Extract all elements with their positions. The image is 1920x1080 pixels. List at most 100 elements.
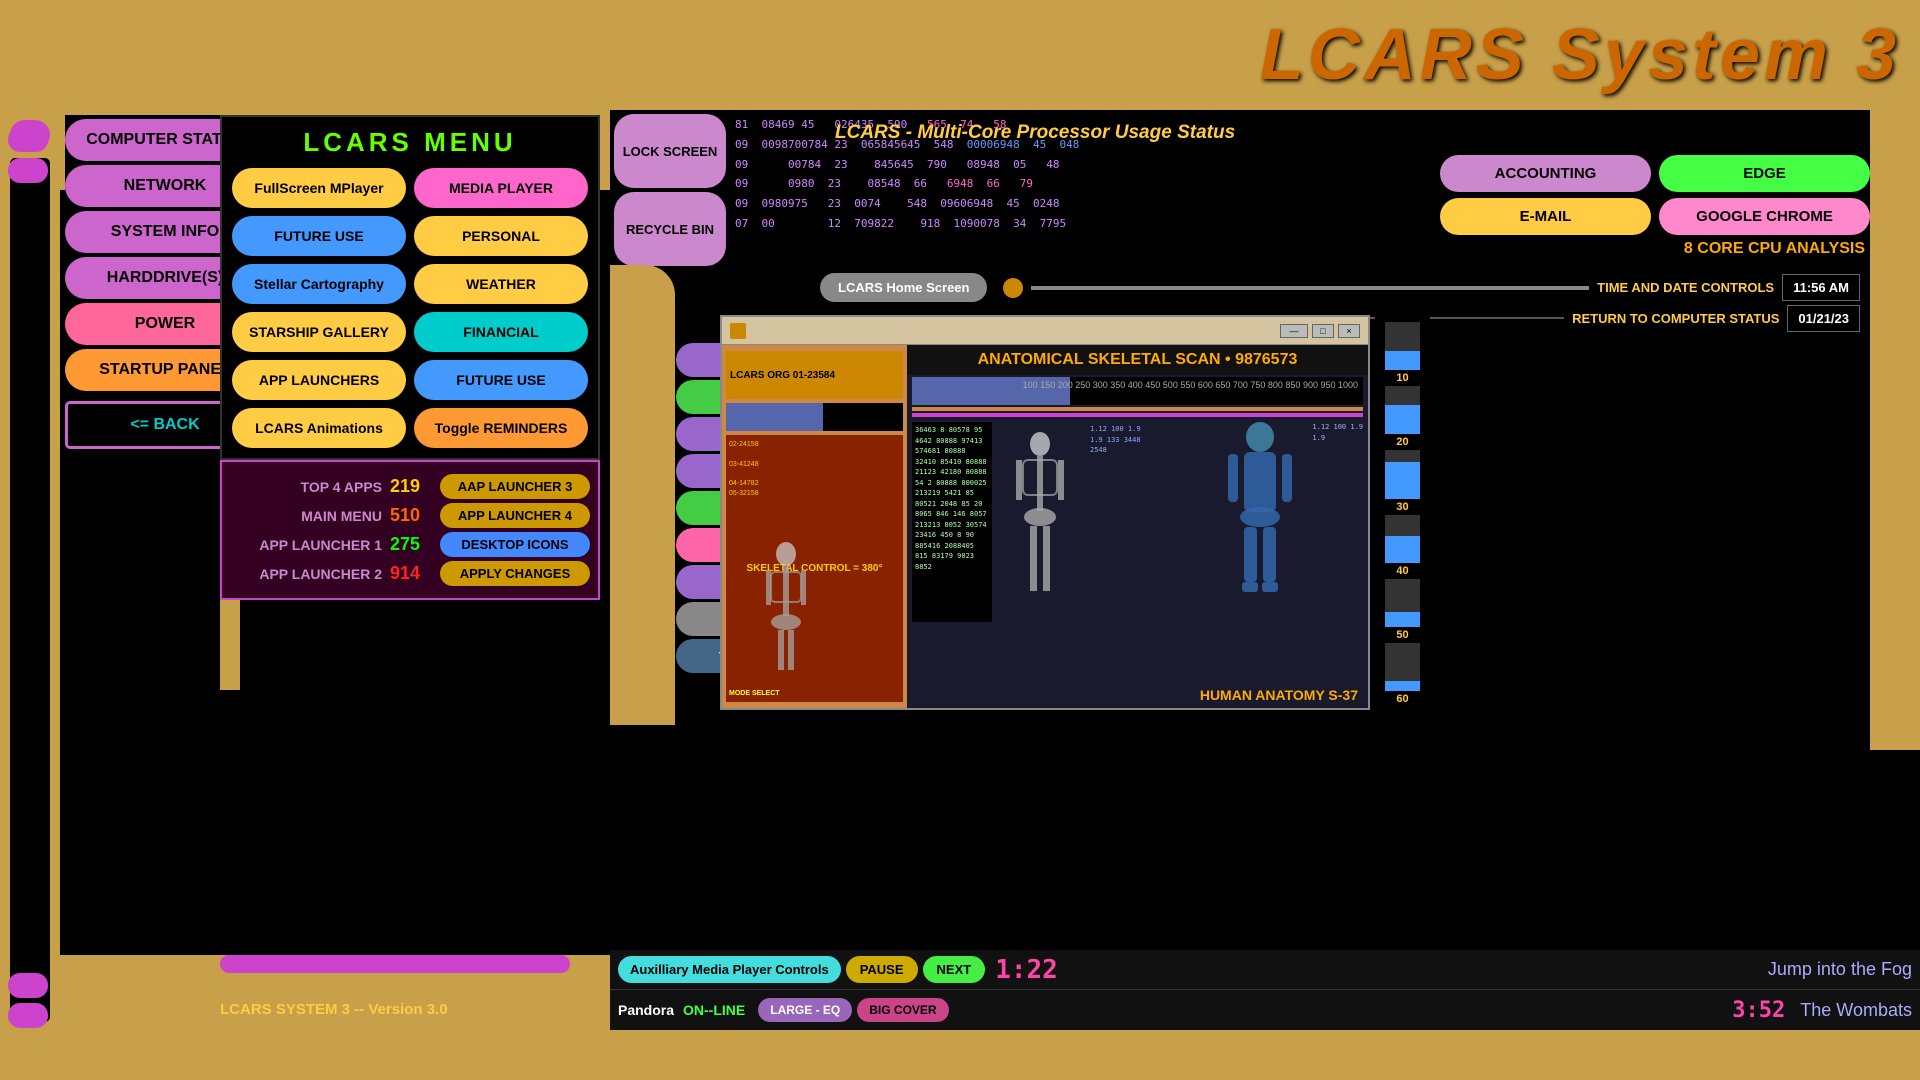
human-figure-area: 1.12 100 1.9 1.9: [1156, 422, 1363, 622]
email-btn[interactable]: E-MAIL: [1440, 198, 1651, 235]
time-controls-row: LCARS Home Screen TIME AND DATE CONTROLS…: [820, 270, 1860, 305]
date-value: 01/21/23: [1787, 305, 1860, 332]
gauge-fill-2: [1385, 405, 1420, 434]
status-row-2: E-MAIL GOOGLE CHROME: [1440, 198, 1870, 235]
right-status-panel: ACCOUNTING EDGE E-MAIL GOOGLE CHROME 8 C…: [1440, 155, 1870, 258]
usage-bar: 100 150 200 250 300 350 400 450 500 550 …: [912, 377, 1363, 405]
gauge-fill-3: [1385, 462, 1420, 498]
gauge-bar-5: [1385, 579, 1420, 627]
divider-purple: [912, 413, 1363, 417]
human-body-svg: [1220, 422, 1300, 622]
right-time-track: 3:52 The Wombats: [1732, 998, 1912, 1023]
menu-weather[interactable]: WEATHER: [414, 264, 588, 304]
gauge-bar-3: [1385, 450, 1420, 498]
menu-stellar-cartography[interactable]: Stellar Cartography: [232, 264, 406, 304]
shortcut-label-4: APP LAUNCHER 2: [230, 566, 390, 582]
shortcut-action-2[interactable]: APP LAUNCHER 4: [440, 503, 590, 528]
menu-lcars-animations[interactable]: LCARS Animations: [232, 408, 406, 448]
skeletal-titlebar: — □ ×: [722, 317, 1368, 345]
next-btn-2[interactable]: NEXT: [923, 956, 986, 983]
menu-toggle-reminders[interactable]: Toggle REMINDERS: [414, 408, 588, 448]
media-row-bottom: Pandora ON--LINE LARGE - EQ BIG COVER 3:…: [610, 990, 1920, 1030]
menu-future-use-2[interactable]: FUTURE USE: [414, 360, 588, 400]
app-title: LCARS System 3: [1260, 14, 1900, 96]
left-sidebar-inner: [10, 158, 50, 1022]
skeletal-content: LCARS ORG 01-23584 SKELETAL CONTROL = 38…: [722, 345, 1368, 708]
status-row-1: ACCOUNTING EDGE: [1440, 155, 1870, 192]
bar-display-1: [726, 403, 903, 431]
divider-line: [1031, 286, 1589, 290]
version-label: LCARS SYSTEM 3 -- Version 3.0: [220, 1001, 448, 1018]
return-label: RETURN TO COMPUTER STATUS: [1572, 311, 1779, 326]
menu-starship-gallery[interactable]: STARSHIP GALLERY: [232, 312, 406, 352]
menu-future-use-1[interactable]: FUTURE USE: [232, 216, 406, 256]
skeletal-left-panel: LCARS ORG 01-23584 SKELETAL CONTROL = 38…: [722, 345, 907, 708]
lcars-menu-panel: LCARS MENU FullScreen MPlayer MEDIA PLAY…: [220, 115, 600, 460]
shortcut-num-1: 219: [390, 476, 440, 497]
menu-fullscreen-mplayer[interactable]: FullScreen MPlayer: [232, 168, 406, 208]
skeletal-window: — □ × LCARS ORG 01-23584 SKELETAL CONTRO…: [720, 315, 1370, 710]
right-data-col: 1.12 100 1.9 1.9: [1312, 422, 1363, 443]
total-time-2: 3:52: [1732, 998, 1785, 1023]
shortcut-row-3: APP LAUNCHER 1 275 DESKTOP ICONS: [230, 532, 590, 557]
left-data-col: 36463 8 80578 95 4642 80888 97413 574681…: [912, 422, 992, 622]
mode-select: MODE SELECT: [729, 690, 780, 697]
aux-controls-btn-2[interactable]: Auxilliary Media Player Controls: [618, 956, 841, 983]
skeleton-figure-right: [1000, 422, 1080, 622]
shortcut-row-4: APP LAUNCHER 2 914 APPLY CHANGES: [230, 561, 590, 586]
skeleton-figure-svg: [1010, 432, 1070, 612]
edge-btn[interactable]: EDGE: [1659, 155, 1870, 192]
gauge-fill-5: [1385, 612, 1420, 626]
pill-top-2: [8, 158, 48, 183]
gauge-fill-1: [1385, 351, 1420, 370]
menu-financial[interactable]: FINANCIAL: [414, 312, 588, 352]
menu-personal[interactable]: PERSONAL: [414, 216, 588, 256]
gauge-label-10: 10: [1396, 372, 1408, 384]
wombats-2: The Wombats: [1800, 1000, 1912, 1021]
recycle-bin-btn[interactable]: RECYCLE BIN: [614, 192, 726, 266]
lock-screen-btn[interactable]: LOCK SCREEN: [614, 114, 726, 188]
gauge-label-50: 50: [1396, 629, 1408, 641]
shortcut-num-3: 275: [390, 534, 440, 555]
media-row-top: Auxilliary Media Player Controls PAUSE N…: [610, 950, 1920, 990]
cpu-label: 8 CORE CPU ANALYSIS: [1440, 240, 1870, 258]
maximize-btn[interactable]: □: [1312, 324, 1334, 338]
jump-fog-2: Jump into the Fog: [1768, 959, 1912, 980]
top-bar-main: LCARS System 3: [380, 14, 1920, 96]
shortcut-label-2: MAIN MENU: [230, 508, 390, 524]
google-chrome-btn[interactable]: GOOGLE CHROME: [1659, 198, 1870, 235]
accounting-btn[interactable]: ACCOUNTING: [1440, 155, 1651, 192]
shortcut-label-3: APP LAUNCHER 1: [230, 537, 390, 553]
shortcut-action-4[interactable]: APPLY CHANGES: [440, 561, 590, 586]
gauge-bar-4: [1385, 515, 1420, 563]
big-cover-2[interactable]: BIG COVER: [857, 998, 948, 1022]
gauge-fill-6: [1385, 681, 1420, 691]
indicator-dot: [1003, 278, 1023, 298]
pill-bottom-2: [8, 1003, 48, 1028]
shortcut-label-1: TOP 4 APPS: [230, 479, 390, 495]
gauge-label-30: 30: [1396, 501, 1408, 513]
lcars-org-block: LCARS ORG 01-23584: [726, 351, 903, 399]
home-screen-btn[interactable]: LCARS Home Screen: [820, 273, 987, 302]
large-eq-2[interactable]: LARGE - EQ: [758, 998, 852, 1022]
pause-btn-2[interactable]: PAUSE: [846, 956, 918, 983]
skeletal-right-panel: ANATOMICAL SKELETAL SCAN • 9876573 100 1…: [907, 345, 1368, 708]
menu-grid: FullScreen MPlayer MEDIA PLAYER FUTURE U…: [232, 168, 588, 448]
divider-orange: [912, 407, 1363, 411]
gauge-panel: 10 20 30 40 50 60: [1375, 315, 1430, 710]
gauge-bar-1: [1385, 322, 1420, 370]
skeleton-area: SKELETAL CONTROL = 380°: [726, 435, 903, 702]
close-btn[interactable]: ×: [1338, 324, 1360, 338]
purple-connector: [220, 955, 570, 973]
menu-title: LCARS MENU: [232, 127, 588, 158]
pill-top-1: [8, 127, 48, 152]
pandora-2: Pandora: [618, 1002, 674, 1018]
gauge-label-60: 60: [1396, 693, 1408, 705]
menu-app-launchers[interactable]: APP LAUNCHERS: [232, 360, 406, 400]
gauge-label-40: 40: [1396, 565, 1408, 577]
menu-media-player[interactable]: MEDIA PLAYER: [414, 168, 588, 208]
shortcut-action-1[interactable]: AAP LAUNCHER 3: [440, 474, 590, 499]
shortcut-action-3[interactable]: DESKTOP ICONS: [440, 532, 590, 557]
minimize-btn[interactable]: —: [1280, 324, 1308, 338]
anatomy-display: 36463 8 80578 95 4642 80888 97413 574681…: [912, 422, 1363, 622]
